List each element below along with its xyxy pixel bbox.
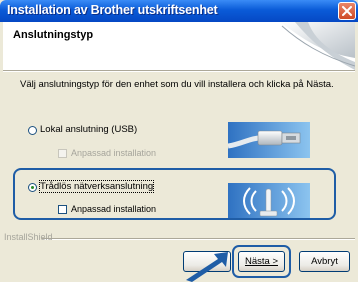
usb-custom-install-checkbox[interactable] — [58, 149, 67, 158]
usb-cable-icon — [228, 122, 310, 158]
instruction-text: Välj anslutningstyp för den enhet som du… — [20, 79, 334, 90]
header-separator — [3, 70, 355, 72]
next-button-highlight — [232, 245, 291, 278]
title-bar[interactable]: Installation av Brother utskriftsenhet — [0, 0, 358, 22]
cancel-button-label: Avbryt — [311, 256, 338, 267]
close-icon — [342, 6, 352, 16]
header-logo-art-icon — [280, 22, 355, 70]
footer-separator — [42, 238, 355, 240]
usb-connection-label[interactable]: Lokal anslutning (USB) — [40, 124, 137, 135]
wireless-option-highlight — [13, 168, 336, 220]
installshield-label: InstallShield — [4, 232, 53, 242]
usb-connection-radio[interactable] — [28, 126, 37, 135]
usb-custom-install-label: Anpassad installation — [71, 148, 157, 158]
header-panel: Anslutningstyp — [3, 22, 355, 70]
close-button[interactable] — [338, 2, 356, 20]
window-title: Installation av Brother utskriftsenhet — [7, 3, 218, 17]
cancel-button[interactable]: Avbryt — [299, 251, 350, 272]
pointer-arrow-icon — [186, 252, 228, 282]
header-title: Anslutningstyp — [13, 29, 94, 41]
installer-window: Installation av Brother utskriftsenhet A… — [0, 0, 358, 282]
